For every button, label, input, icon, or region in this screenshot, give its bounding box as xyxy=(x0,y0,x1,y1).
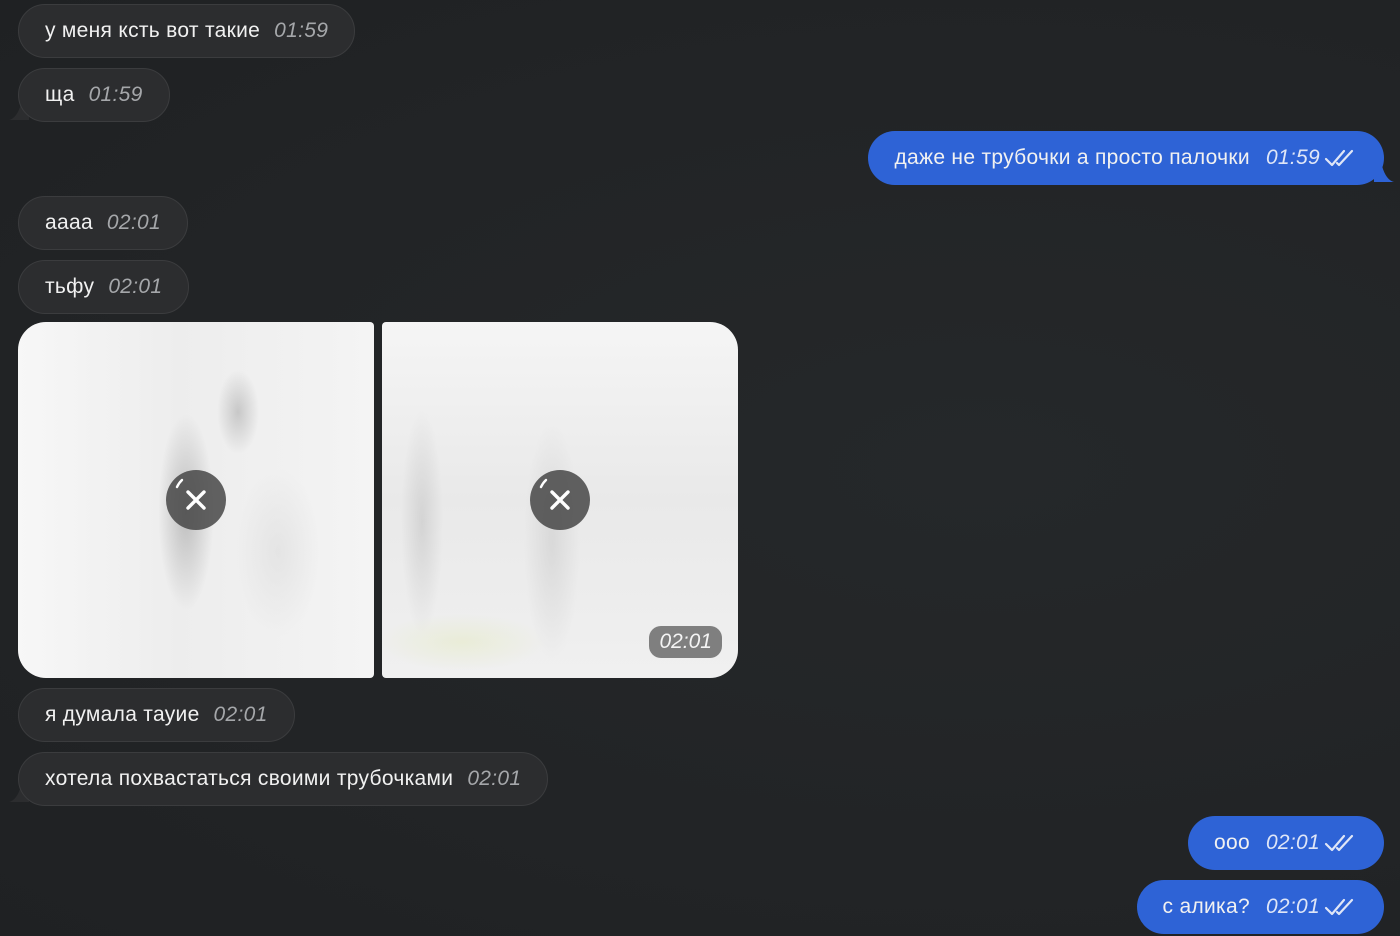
close-icon xyxy=(175,478,206,510)
incoming-message[interactable]: тьфу 02:01 xyxy=(18,260,190,314)
message-text: хотела похвастаться своими трубочками xyxy=(45,767,454,790)
photo-thumbnail[interactable]: 02:01 xyxy=(382,322,738,678)
incoming-message[interactable]: я думала тауие 02:01 xyxy=(18,688,295,742)
message-text: с алика? xyxy=(1162,895,1250,918)
message-time: 02:01 xyxy=(1265,831,1320,854)
message-text: даже не трубочки а просто палочки xyxy=(894,146,1250,169)
outgoing-message[interactable]: даже не трубочки а просто палочки 01:59 xyxy=(868,131,1384,185)
cancel-download-button[interactable] xyxy=(530,470,590,530)
close-icon xyxy=(539,478,570,510)
double-check-icon xyxy=(1324,834,1354,852)
message-time: 01:59 xyxy=(1265,146,1320,169)
album-time: 02:01 xyxy=(649,626,722,658)
message-text: у меня ксть вот такие xyxy=(45,19,261,42)
message-time: 02:01 xyxy=(213,703,268,726)
cancel-download-button[interactable] xyxy=(166,470,226,530)
message-time: 02:01 xyxy=(108,275,163,298)
message-time: 02:01 xyxy=(1265,895,1320,918)
incoming-message[interactable]: аааа 02:01 xyxy=(18,196,188,250)
chat-area: у меня ксть вот такие 01:59 ща 01:59 даж… xyxy=(0,0,1400,936)
double-check-icon xyxy=(1324,898,1354,916)
double-check-icon xyxy=(1324,149,1354,167)
message-text: аааа xyxy=(45,211,93,234)
incoming-message[interactable]: ща 01:59 xyxy=(18,68,170,122)
message-text: тьфу xyxy=(45,275,95,298)
message-time: 02:01 xyxy=(467,767,522,790)
incoming-message[interactable]: у меня ксть вот такие 01:59 xyxy=(18,4,356,58)
message-text: ооо xyxy=(1213,831,1250,854)
message-time: 01:59 xyxy=(274,19,329,42)
outgoing-message[interactable]: с алика? 02:01 xyxy=(1136,880,1384,934)
message-text: я думала тауие xyxy=(45,703,200,726)
message-text: ща xyxy=(45,83,75,106)
photo-thumbnail[interactable] xyxy=(18,322,374,678)
outgoing-message[interactable]: ооо 02:01 xyxy=(1187,816,1384,870)
incoming-message[interactable]: хотела похвастаться своими трубочками 02… xyxy=(18,752,549,806)
message-time: 01:59 xyxy=(88,83,143,106)
photo-album[interactable]: 02:01 xyxy=(18,322,738,678)
message-time: 02:01 xyxy=(106,211,161,234)
